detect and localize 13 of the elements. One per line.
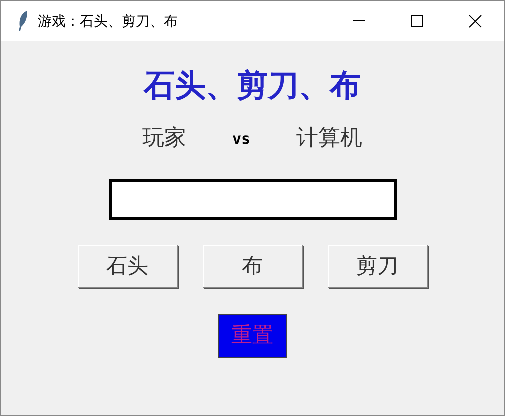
window-title: 游戏：石头、剪刀、布: [38, 12, 178, 30]
computer-label: 计算机: [296, 125, 363, 153]
player-label: 玩家: [142, 125, 186, 153]
result-field[interactable]: [108, 179, 396, 220]
vs-label: vs: [232, 129, 251, 150]
game-heading: 石头、剪刀、布: [144, 67, 361, 105]
close-icon: [468, 14, 482, 28]
choice-button[interactable]: 剪刀: [328, 245, 428, 288]
choice-button[interactable]: 布: [202, 245, 302, 288]
choice-button[interactable]: 石头: [78, 245, 178, 288]
maximize-icon: [411, 15, 423, 27]
minimize-icon: [353, 20, 365, 22]
feather-icon: [17, 10, 29, 32]
